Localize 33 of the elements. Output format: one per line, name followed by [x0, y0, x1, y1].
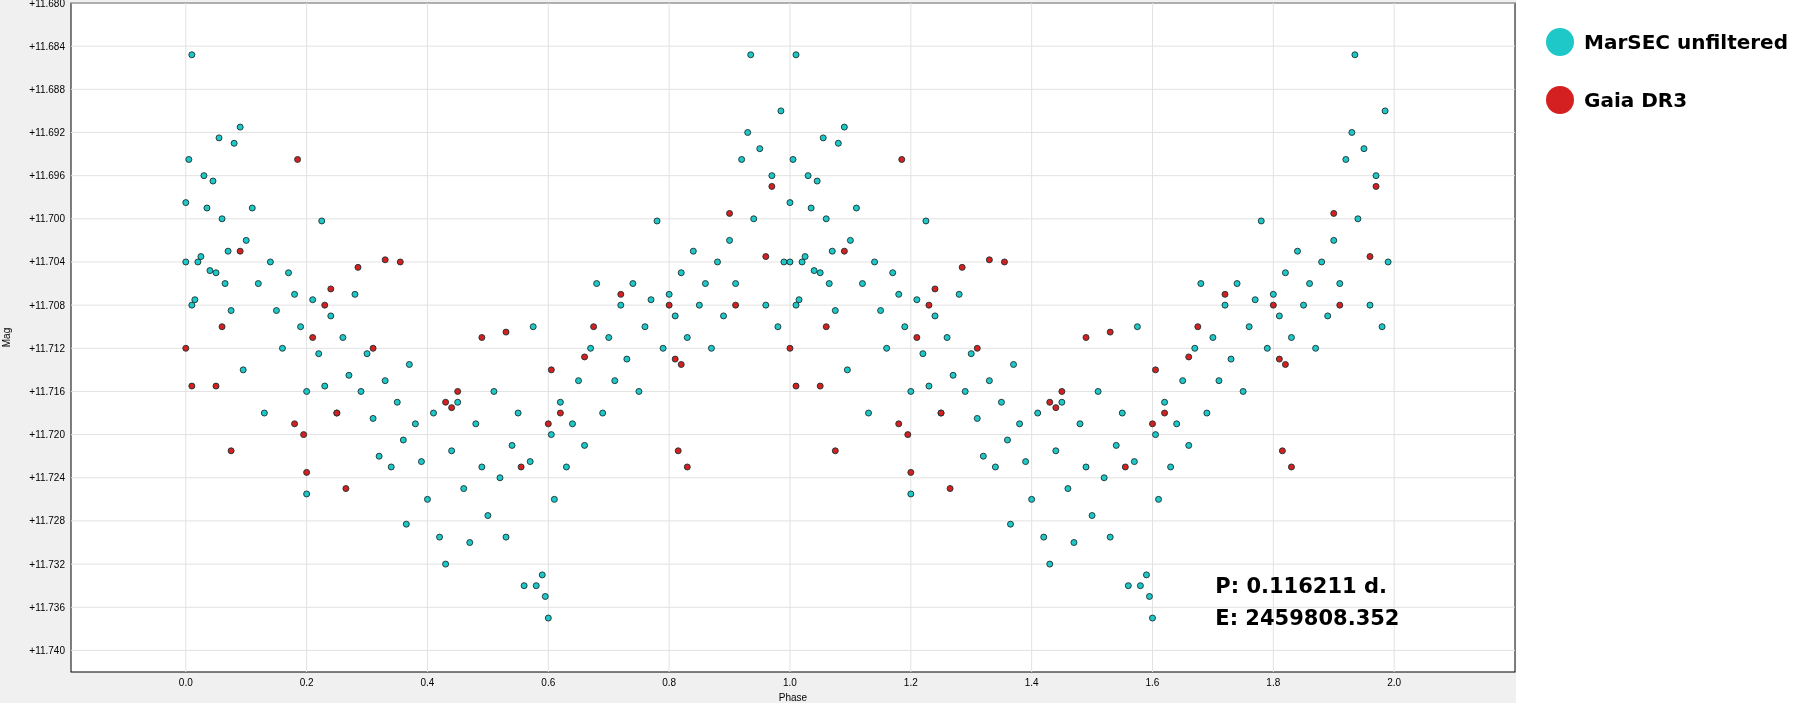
x-tick-label: 1.0 [783, 677, 797, 688]
y-tick-label: +11.740 [29, 644, 65, 656]
x-tick-label: 1.8 [1266, 677, 1281, 688]
y-tick-label: +11.704 [29, 256, 65, 268]
x-axis-title: Phase [778, 692, 808, 703]
y-tick-label: +11.680 [29, 0, 65, 9]
y-tick-label: +11.700 [29, 213, 65, 225]
y-tick-label: +11.728 [29, 515, 65, 527]
x-tick-label: 1.2 [903, 677, 918, 688]
x-tick-label: 2.0 [1387, 677, 1402, 688]
legend-label: MarSEC unfiltered [1584, 30, 1788, 54]
x-tick-label: 0.4 [420, 677, 435, 688]
x-tick-label: 0.8 [662, 677, 677, 688]
y-tick-label: +11.696 [29, 170, 65, 182]
annotation-text: P: 0.116211 d. [1215, 574, 1387, 599]
y-tick-label: +11.712 [29, 342, 65, 354]
y-tick-label: +11.692 [29, 127, 65, 138]
y-tick-label: +11.720 [29, 429, 65, 441]
legend-label: Gaia DR3 [1584, 88, 1688, 112]
annotation-text: E: 2459808.352 [1215, 606, 1400, 631]
x-tick-label: 0.2 [299, 677, 314, 688]
x-tick-label: 1.4 [1024, 677, 1039, 688]
y-tick-label: +11.716 [29, 385, 65, 397]
y-tick-label: +11.724 [29, 472, 65, 484]
x-tick-label: 1.6 [1145, 677, 1160, 688]
y-tick-label: +11.736 [29, 601, 65, 613]
y-tick-label: +11.684 [29, 40, 65, 52]
y-axis-title: Mag [1, 327, 12, 348]
y-tick-label: +11.732 [29, 558, 65, 570]
x-tick-label: 0.6 [541, 677, 556, 688]
x-tick-label: 0.0 [178, 677, 193, 688]
y-tick-label: +11.708 [29, 299, 65, 311]
y-tick-label: +11.688 [29, 83, 65, 95]
